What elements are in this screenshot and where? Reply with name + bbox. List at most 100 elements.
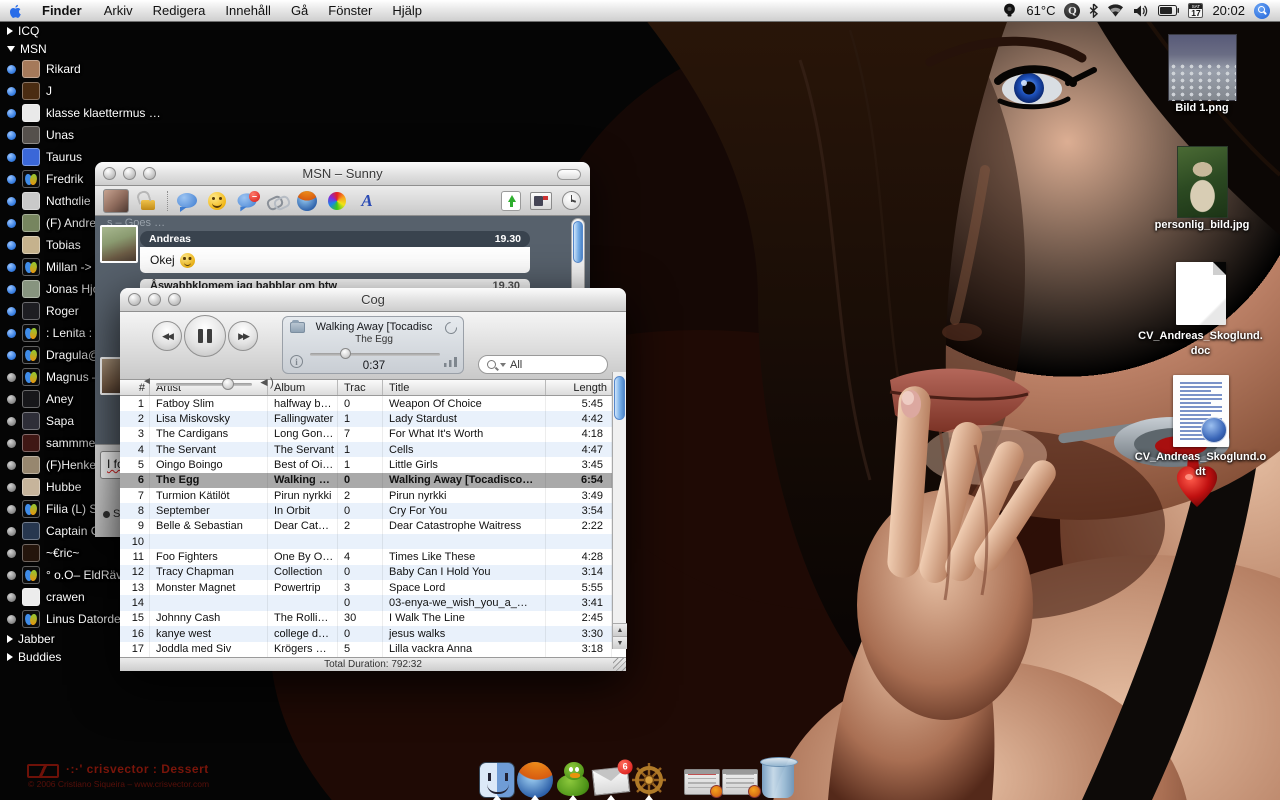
chat-scrollbar[interactable] bbox=[571, 218, 585, 298]
link-icon[interactable] bbox=[266, 190, 288, 212]
apple-menu[interactable] bbox=[0, 3, 30, 19]
progress-knob[interactable] bbox=[340, 348, 351, 359]
playlist-row[interactable]: 2Lisa MiskovskyFallingwater1Lady Stardus… bbox=[120, 411, 626, 426]
history-clock-icon[interactable] bbox=[560, 190, 582, 212]
dock-finder-icon[interactable] bbox=[478, 756, 516, 798]
toolbar-toggle-pill[interactable] bbox=[557, 169, 581, 180]
menu-item-redigera[interactable]: Redigera bbox=[143, 0, 216, 22]
pause-button[interactable] bbox=[184, 315, 226, 357]
resize-grip[interactable] bbox=[613, 658, 626, 671]
progress-slider[interactable] bbox=[310, 353, 440, 356]
dock-trash-icon[interactable] bbox=[759, 756, 797, 798]
desktop-icon-cv-doc[interactable]: CV_Andreas_Skoglund. doc bbox=[1118, 262, 1280, 359]
playlist-row[interactable]: 11Foo FightersOne By O…4Times Like These… bbox=[120, 549, 626, 564]
playlist-row[interactable]: 10 bbox=[120, 534, 626, 549]
chat-bubble-icon[interactable] bbox=[176, 190, 198, 212]
column-header-title[interactable]: Title bbox=[383, 380, 546, 395]
repeat-icon[interactable] bbox=[443, 320, 460, 337]
volume-menu-icon[interactable] bbox=[1133, 4, 1149, 18]
block-contact-icon[interactable] bbox=[236, 190, 258, 212]
quicksilver-menu-icon[interactable]: Q bbox=[1064, 3, 1080, 19]
playlist-row[interactable]: 17Joddla med SivKrögers …5Lilla vackra A… bbox=[120, 642, 626, 657]
menu-item-finder[interactable]: Finder bbox=[30, 0, 94, 22]
msn-titlebar[interactable]: MSN – Sunny bbox=[95, 162, 590, 186]
dock-mail-icon[interactable]: 6 bbox=[592, 756, 630, 798]
playlist-row[interactable]: 13Monster MagnetPowertrip3Space Lord5:55 bbox=[120, 580, 626, 595]
spotlight-icon[interactable] bbox=[1254, 3, 1270, 19]
column-header-trac[interactable]: Trac bbox=[338, 380, 383, 395]
menu-clock[interactable]: 20:02 bbox=[1212, 3, 1245, 18]
temperature-menu-item[interactable]: 61°C bbox=[1026, 3, 1055, 18]
playlist-row[interactable]: 12Tracy ChapmanCollection0Baby Can I Hol… bbox=[120, 565, 626, 580]
webcam-menu-icon[interactable] bbox=[1002, 3, 1017, 18]
close-button[interactable] bbox=[103, 167, 116, 180]
dock-minimized-window-2[interactable] bbox=[721, 756, 759, 798]
playlist-row[interactable]: 3The CardigansLong Gon…7For What It's Wo… bbox=[120, 427, 626, 442]
levels-icon[interactable] bbox=[444, 357, 457, 367]
buddy-group-msn[interactable]: MSN bbox=[4, 40, 174, 58]
buddy-name: Roger bbox=[46, 304, 79, 318]
buddy-name: Aney bbox=[46, 392, 73, 406]
alert-panel-icon[interactable] bbox=[530, 190, 552, 212]
color-wheel-icon[interactable] bbox=[326, 190, 348, 212]
playlist-scrollbar-thumb[interactable] bbox=[614, 376, 625, 420]
dock-helm-icon[interactable] bbox=[630, 756, 668, 798]
zoom-button[interactable] bbox=[168, 293, 181, 306]
buddy-row[interactable]: Unas bbox=[4, 124, 174, 146]
lock-icon[interactable] bbox=[137, 190, 159, 212]
playlist-row[interactable]: 16kanye westcollege d…0jesus walks3:30 bbox=[120, 626, 626, 641]
playlist-row[interactable]: 15Johnny CashThe Rolli…30I Walk The Line… bbox=[120, 611, 626, 626]
playlist-row[interactable]: 7Turmion KätilötPirun nyrkki2Pirun nyrkk… bbox=[120, 488, 626, 503]
firefox-icon[interactable] bbox=[296, 190, 318, 212]
desktop-icon-personlig-bild[interactable]: personlig_bild.jpg bbox=[1122, 146, 1280, 233]
menu-item-gå[interactable]: Gå bbox=[281, 0, 318, 22]
playlist-row[interactable]: 14003-enya-we_wish_you_a_…3:41 bbox=[120, 595, 626, 610]
minimize-button[interactable] bbox=[148, 293, 161, 306]
zoom-button[interactable] bbox=[143, 167, 156, 180]
menu-item-fönster[interactable]: Fönster bbox=[318, 0, 382, 22]
buddy-avatar-thumbnail[interactable] bbox=[103, 189, 129, 213]
wifi-menu-icon[interactable] bbox=[1107, 4, 1124, 17]
dock-adium-icon[interactable] bbox=[554, 756, 592, 798]
buddy-row[interactable]: klasse klaettermus … bbox=[4, 102, 174, 124]
playlist-row[interactable]: 4The ServantThe Servant1Cells4:47 bbox=[120, 442, 626, 457]
menu-item-arkiv[interactable]: Arkiv bbox=[94, 0, 143, 22]
info-icon[interactable]: i bbox=[290, 355, 303, 368]
previous-track-button[interactable]: ◀◀ bbox=[152, 321, 182, 351]
next-track-button[interactable]: ▶▶ bbox=[228, 321, 258, 351]
battery-menu-icon[interactable] bbox=[1158, 5, 1179, 16]
playlist-scrollbar[interactable]: ▲ ▼ bbox=[612, 372, 626, 649]
volume-slider[interactable] bbox=[156, 383, 252, 386]
buddy-row[interactable]: Rikard bbox=[4, 58, 174, 80]
calendar-menu-icon[interactable]: SAT 17 bbox=[1188, 3, 1203, 18]
playlist-row[interactable]: 9Belle & SebastianDear Cat…2Dear Catastr… bbox=[120, 519, 626, 534]
scroll-down-button[interactable]: ▼ bbox=[613, 636, 627, 649]
menu-item-hjälp[interactable]: Hjälp bbox=[382, 0, 432, 22]
smiley-icon[interactable] bbox=[206, 190, 228, 212]
scroll-up-button[interactable]: ▲ bbox=[613, 623, 627, 636]
desktop-icon-cv-odt[interactable]: CV_Andreas_Skoglund.o dt bbox=[1113, 375, 1280, 480]
desktop-icon-bild1[interactable]: Bild 1.png bbox=[1132, 34, 1272, 116]
dock-firefox-icon[interactable] bbox=[516, 756, 554, 798]
buddy-group-icq[interactable]: ICQ bbox=[4, 22, 174, 40]
playlist-row[interactable]: 1Fatboy Slimhalfway b…0Weapon Of Choice5… bbox=[120, 396, 626, 411]
column-header-album[interactable]: Album bbox=[268, 380, 338, 395]
minimize-button[interactable] bbox=[123, 167, 136, 180]
folder-icon[interactable] bbox=[290, 322, 305, 333]
playlist-row[interactable]: 8SeptemberIn Orbit0Cry For You3:54 bbox=[120, 503, 626, 518]
menu-item-innehåll[interactable]: Innehåll bbox=[215, 0, 281, 22]
playlist-row[interactable]: 6The EggWalking …0Walking Away [Tocadisc… bbox=[120, 473, 626, 488]
buddy-name: Sapa bbox=[46, 414, 74, 428]
dock-minimized-window-1[interactable] bbox=[683, 756, 721, 798]
bluetooth-menu-icon[interactable] bbox=[1089, 3, 1098, 18]
font-icon[interactable]: A bbox=[356, 190, 378, 212]
send-file-icon[interactable] bbox=[500, 190, 522, 212]
column-header-length[interactable]: Length bbox=[546, 380, 612, 395]
volume-knob[interactable] bbox=[222, 378, 234, 390]
cog-titlebar[interactable]: Cog bbox=[120, 288, 626, 312]
buddy-row[interactable]: J bbox=[4, 80, 174, 102]
chat-scrollbar-thumb[interactable] bbox=[573, 221, 583, 263]
playlist-row[interactable]: 5Oingo BoingoBest of Oi…1Little Girls3:4… bbox=[120, 457, 626, 472]
close-button[interactable] bbox=[128, 293, 141, 306]
search-field[interactable]: All bbox=[478, 355, 608, 374]
